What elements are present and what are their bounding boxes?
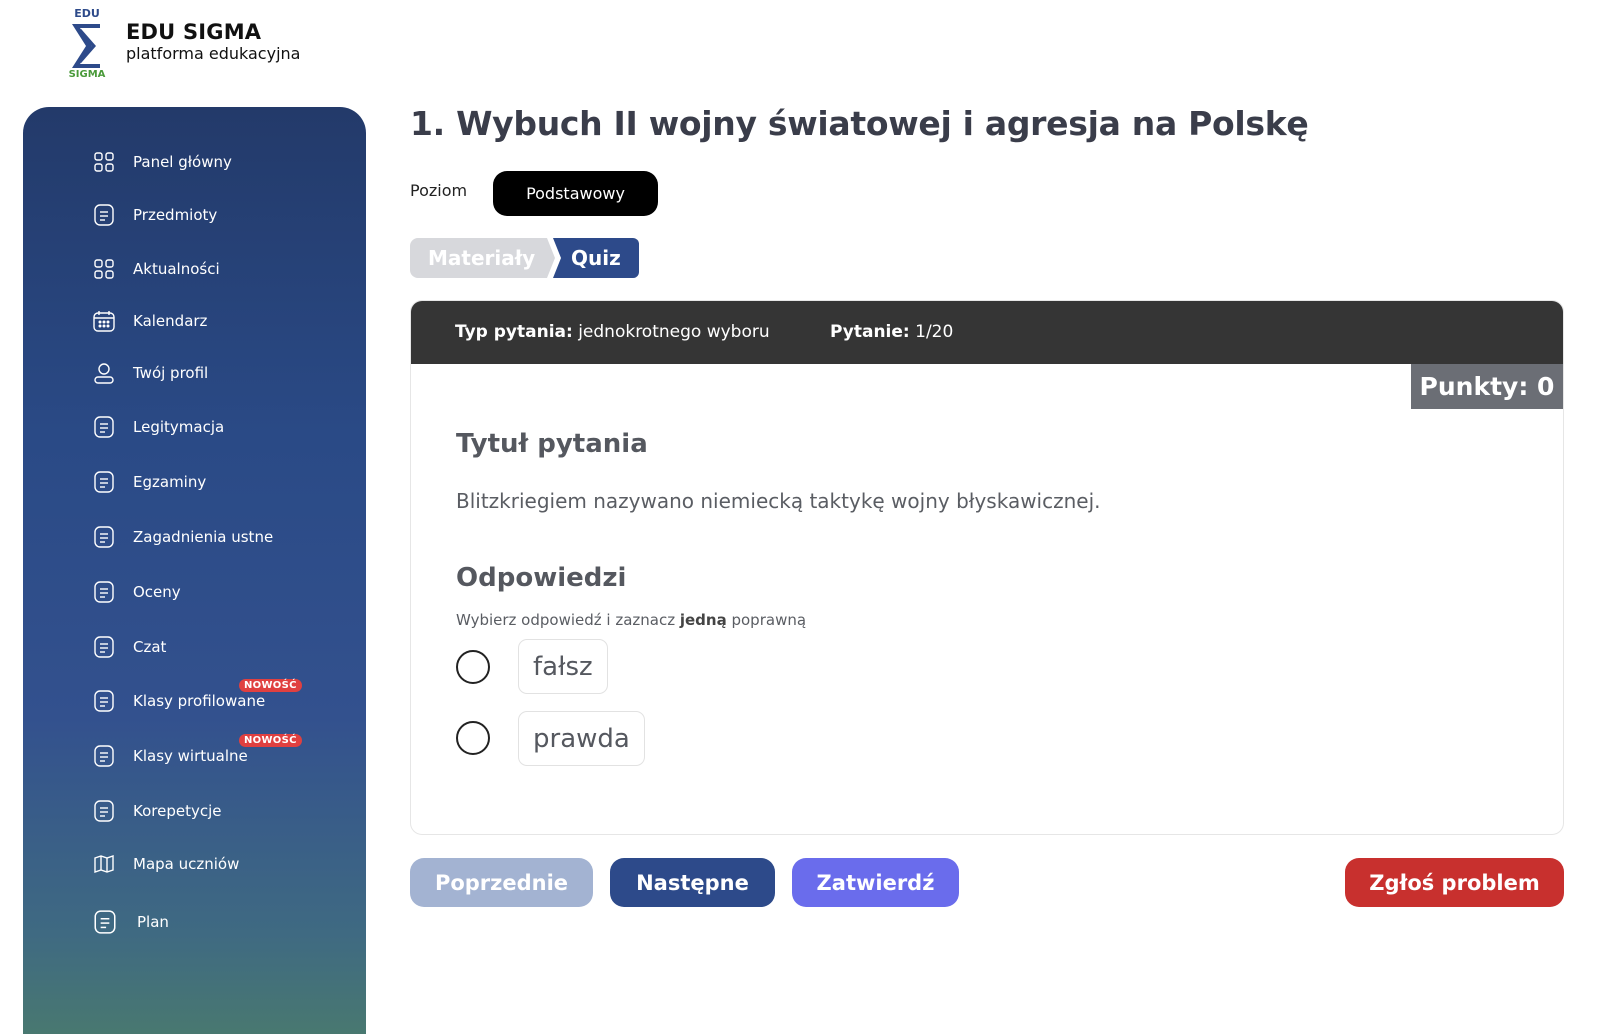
previous-button[interactable]: Poprzednie bbox=[410, 858, 593, 907]
document-icon bbox=[92, 799, 116, 823]
sidebar-item-label: Korepetycje bbox=[133, 802, 222, 820]
document-icon bbox=[92, 203, 116, 227]
level-label: Poziom bbox=[410, 181, 468, 200]
grid-icon bbox=[92, 150, 116, 174]
document-icon bbox=[92, 635, 116, 659]
question-title: Tytuł pytania bbox=[456, 429, 648, 459]
question-type-value: jednokrotnego wyboru bbox=[578, 322, 770, 342]
sidebar-item-twoj-profil[interactable]: Twój profil bbox=[92, 358, 208, 388]
sidebar-item-label: Zagadnienia ustne bbox=[133, 528, 274, 546]
sidebar-item-label: Twój profil bbox=[133, 364, 209, 382]
document-icon bbox=[92, 525, 116, 549]
report-problem-button[interactable]: Zgłoś problem bbox=[1345, 858, 1564, 907]
sigma-logo-icon: EDU SIGMA bbox=[69, 7, 106, 78]
sidebar-item-label: Plan bbox=[137, 913, 169, 931]
logo-mark-bottom-text: SIGMA bbox=[69, 69, 106, 78]
points-badge: Punkty: 0 bbox=[1411, 364, 1563, 409]
question-text: Blitzkriegiem nazywano niemiecką taktykę… bbox=[456, 489, 1101, 513]
map-icon bbox=[92, 852, 116, 876]
option-label-prawda[interactable]: prawda bbox=[518, 711, 645, 766]
new-badge: NOWOŚĆ bbox=[239, 734, 302, 747]
new-badge: NOWOŚĆ bbox=[239, 679, 302, 692]
document-icon bbox=[92, 909, 118, 935]
sidebar-item-label: Klasy wirtualne bbox=[133, 747, 248, 765]
option-radio-prawda[interactable] bbox=[456, 721, 490, 755]
tab-materialy[interactable]: Materiały bbox=[410, 238, 555, 278]
question-card: Typ pytania: jednokrotnego wyboru Pytani… bbox=[410, 300, 1564, 835]
sidebar-item-label: Klasy profilowane bbox=[133, 692, 266, 710]
sidebar-item-klasy-profilowane[interactable]: Klasy profilowane bbox=[92, 686, 265, 716]
document-icon bbox=[92, 689, 116, 713]
document-icon bbox=[92, 580, 116, 604]
confirm-button[interactable]: Zatwierdź bbox=[792, 858, 959, 907]
document-icon bbox=[92, 470, 116, 494]
hint-text: Wybierz odpowiedź i zaznacz bbox=[456, 611, 680, 629]
sidebar-item-klasy-wirtualne[interactable]: Klasy wirtualne bbox=[92, 741, 248, 771]
logo-mark-top-text: EDU bbox=[74, 7, 100, 20]
sidebar-item-czat[interactable]: Czat bbox=[92, 632, 166, 662]
sidebar-item-label: Legitymacja bbox=[133, 418, 225, 436]
sidebar-item-legitymacja[interactable]: Legitymacja bbox=[92, 412, 224, 442]
option-radio-falsz[interactable] bbox=[456, 650, 490, 684]
sidebar-item-kalendarz[interactable]: Kalendarz bbox=[92, 306, 207, 336]
sidebar-item-mapa-uczniow[interactable]: Mapa uczniów bbox=[92, 849, 239, 879]
document-icon bbox=[92, 744, 116, 768]
sidebar-item-label: Egzaminy bbox=[133, 473, 207, 491]
question-number: Pytanie: 1/20 bbox=[830, 322, 953, 342]
grid-icon bbox=[92, 257, 116, 281]
document-icon bbox=[92, 415, 116, 439]
sidebar-item-plan[interactable]: Plan bbox=[92, 907, 169, 937]
tab-quiz[interactable]: Quiz bbox=[553, 238, 639, 278]
level-pill[interactable]: Podstawowy bbox=[493, 171, 658, 216]
sidebar-item-label: Czat bbox=[133, 638, 167, 656]
logo[interactable]: EDU SIGMA EDU SIGMA platforma edukacyjna bbox=[66, 6, 366, 78]
question-header: Typ pytania: jednokrotnego wyboru Pytani… bbox=[411, 301, 1563, 364]
hint-bold: jedną bbox=[679, 611, 727, 629]
question-number-label: Pytanie: bbox=[830, 322, 910, 342]
sidebar-item-panel-glowny[interactable]: Panel główny bbox=[92, 147, 232, 177]
page-title: 1. Wybuch II wojny światowej i agresja n… bbox=[410, 104, 1309, 143]
option-label-falsz[interactable]: fałsz bbox=[518, 639, 608, 694]
sidebar-item-label: Oceny bbox=[133, 583, 181, 601]
question-type-label: Typ pytania: bbox=[455, 322, 573, 342]
hint-text-end: poprawną bbox=[726, 611, 807, 629]
next-button[interactable]: Następne bbox=[610, 858, 775, 907]
answers-title: Odpowiedzi bbox=[456, 563, 627, 593]
answers-hint: Wybierz odpowiedź i zaznacz jedną popraw… bbox=[456, 611, 806, 629]
question-number-value: 1/20 bbox=[915, 322, 954, 342]
sidebar-item-korepetycje[interactable]: Korepetycje bbox=[92, 796, 221, 826]
sidebar-item-zagadnienia-ustne[interactable]: Zagadnienia ustne bbox=[92, 522, 273, 552]
sidebar-item-label: Panel główny bbox=[133, 153, 232, 171]
user-icon bbox=[92, 361, 116, 385]
sidebar-item-egzaminy[interactable]: Egzaminy bbox=[92, 467, 206, 497]
sidebar-item-oceny[interactable]: Oceny bbox=[92, 577, 181, 607]
sidebar-item-label: Kalendarz bbox=[133, 312, 208, 330]
sidebar-item-label: Przedmioty bbox=[133, 206, 218, 224]
calendar-icon bbox=[92, 309, 116, 333]
question-type: Typ pytania: jednokrotnego wyboru bbox=[455, 322, 770, 342]
logo-brand: EDU SIGMA bbox=[126, 20, 262, 44]
sidebar-item-aktualnosci[interactable]: Aktualności bbox=[92, 254, 220, 284]
sidebar-item-label: Mapa uczniów bbox=[133, 855, 240, 873]
sidebar: Panel główny Przedmioty Aktualności Kale… bbox=[23, 107, 366, 1034]
logo-tagline: platforma edukacyjna bbox=[126, 44, 301, 63]
sidebar-item-label: Aktualności bbox=[133, 260, 220, 278]
sidebar-item-przedmioty[interactable]: Przedmioty bbox=[92, 200, 217, 230]
